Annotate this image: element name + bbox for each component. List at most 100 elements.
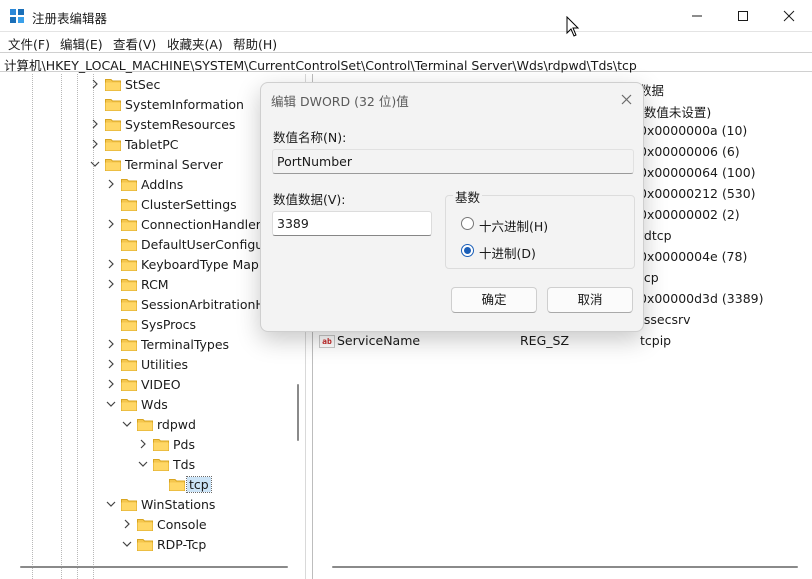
tree-item-label[interactable]: DefaultUserConfigura — [139, 237, 278, 252]
menu-edit[interactable]: 编辑(E) — [60, 34, 103, 53]
chevron-right-icon[interactable] — [106, 339, 116, 349]
chevron-right-icon[interactable] — [138, 439, 148, 449]
chevron-down-icon[interactable] — [138, 459, 148, 469]
tree-item-label[interactable]: ClusterSettings — [139, 197, 239, 212]
tree-item[interactable]: Utilities — [4, 355, 294, 375]
tree-item-label[interactable]: SystemInformation — [123, 97, 246, 112]
chevron-right-icon[interactable] — [122, 519, 132, 529]
value-row[interactable]: ab ServiceName REG_SZ tcpip — [313, 331, 812, 352]
menu-view[interactable]: 查看(V) — [113, 34, 156, 53]
tree-item-label[interactable]: VIDEO — [139, 377, 183, 392]
tree-item[interactable]: TerminalTypes — [4, 335, 294, 355]
tree-item-label[interactable]: Wds — [139, 397, 170, 412]
tree-vertical-scrollbar[interactable] — [297, 384, 299, 441]
tree-item[interactable]: Pds — [4, 435, 294, 455]
chevron-down-icon[interactable] — [122, 419, 132, 429]
tree-item[interactable]: rdpwd — [4, 415, 294, 435]
tree-item[interactable]: RCM — [4, 275, 294, 295]
tree-item-label[interactable]: tcp — [186, 476, 212, 493]
tree-item-label[interactable]: StSec — [123, 77, 162, 92]
tree-item-label[interactable]: SysProcs — [139, 317, 198, 332]
menu-favorites[interactable]: 收藏夹(A) — [167, 34, 223, 53]
tree-item[interactable]: tcp — [4, 475, 294, 495]
tree-item[interactable]: ConnectionHandler — [4, 215, 294, 235]
folder-icon — [121, 259, 137, 271]
tree-item[interactable]: WinStations — [4, 495, 294, 515]
chevron-down-icon[interactable] — [122, 539, 132, 549]
folder-icon — [105, 99, 121, 111]
tree-item-label[interactable]: Pds — [171, 437, 197, 452]
value-type: REG_SZ — [520, 333, 570, 348]
value-data-input[interactable] — [272, 211, 432, 236]
tree-horizontal-scrollbar[interactable] — [20, 566, 288, 568]
tree-item[interactable]: RDP-Tcp — [4, 535, 294, 555]
value-data: 0x00000064 (100) — [639, 165, 756, 180]
tree-item[interactable]: Wds — [4, 395, 294, 415]
tree-item[interactable]: Tds — [4, 455, 294, 475]
tree-item-label[interactable]: AddIns — [139, 177, 185, 192]
address-bar[interactable]: 计算机\HKEY_LOCAL_MACHINE\SYSTEM\CurrentCon… — [0, 52, 812, 74]
tree-item[interactable]: VIDEO — [4, 375, 294, 395]
dialog-close-button[interactable] — [615, 88, 637, 110]
chevron-down-icon[interactable] — [106, 499, 116, 509]
chevron-right-icon[interactable] — [106, 379, 116, 389]
window-title: 注册表编辑器 — [32, 11, 108, 26]
tree-item-label[interactable]: TerminalTypes — [139, 337, 231, 352]
maximize-button[interactable] — [720, 0, 766, 32]
value-data: tcpip — [640, 333, 672, 348]
tree-item-label[interactable]: SessionArbitrationHe — [139, 297, 275, 312]
tree-item[interactable]: DefaultUserConfigura — [4, 235, 294, 255]
value-name: ServiceName — [337, 333, 421, 348]
menu-file[interactable]: 文件(F) — [8, 34, 50, 53]
tree-item-label[interactable]: Tds — [171, 457, 197, 472]
tree-item-label[interactable]: KeyboardType Mapp — [139, 257, 269, 272]
tree-item-label[interactable]: ConnectionHandler — [139, 217, 263, 232]
tree-item-label[interactable]: rdpwd — [155, 417, 198, 432]
chevron-right-icon[interactable] — [90, 79, 100, 89]
tree-item-label[interactable]: RCM — [139, 277, 171, 292]
chevron-down-icon[interactable] — [106, 399, 116, 409]
radio-button-dec[interactable] — [461, 244, 474, 257]
value-data: 0x0000004e (78) — [639, 249, 748, 264]
tree-item-label[interactable]: TabletPC — [123, 137, 181, 152]
tree-item[interactable]: SessionArbitrationHe — [4, 295, 294, 315]
chevron-right-icon[interactable] — [106, 359, 116, 369]
radio-dec-label[interactable]: 十进制(D) — [479, 243, 536, 262]
menu-help[interactable]: 帮助(H) — [233, 34, 277, 53]
tree-item[interactable]: Terminal Server — [4, 155, 294, 175]
chevron-right-icon[interactable] — [106, 219, 116, 229]
chevron-right-icon[interactable] — [106, 259, 116, 269]
tree-item[interactable]: TabletPC — [4, 135, 294, 155]
tree-item[interactable]: Console — [4, 515, 294, 535]
tree-item-label[interactable]: SystemResources — [123, 117, 237, 132]
tree-item-label[interactable]: RDP-Tcp — [155, 537, 208, 552]
cancel-button[interactable]: 取消 — [547, 287, 633, 313]
value-data: 0x00000002 (2) — [639, 207, 740, 222]
tree-item[interactable]: StSec — [4, 75, 294, 95]
tree-item[interactable]: ClusterSettings — [4, 195, 294, 215]
tree-item[interactable]: SystemResources — [4, 115, 294, 135]
folder-icon — [153, 459, 169, 471]
chevron-down-icon[interactable] — [90, 159, 100, 169]
value-name-field[interactable] — [272, 149, 634, 174]
tree-item[interactable]: SysProcs — [4, 315, 294, 335]
tree-item[interactable]: KeyboardType Mapp — [4, 255, 294, 275]
address-path[interactable]: 计算机\HKEY_LOCAL_MACHINE\SYSTEM\CurrentCon… — [4, 55, 637, 74]
chevron-right-icon[interactable] — [90, 119, 100, 129]
tree-item[interactable]: AddIns — [4, 175, 294, 195]
tree-item-label[interactable]: WinStations — [139, 497, 217, 512]
chevron-right-icon[interactable] — [90, 139, 100, 149]
chevron-right-icon[interactable] — [106, 279, 116, 289]
value-data: 0x0000000a (10) — [639, 123, 748, 138]
ok-button[interactable]: 确定 — [451, 287, 537, 313]
values-horizontal-scrollbar[interactable] — [332, 566, 798, 568]
tree-item[interactable]: SystemInformation — [4, 95, 294, 115]
close-window-button[interactable] — [766, 0, 812, 32]
chevron-right-icon[interactable] — [106, 179, 116, 189]
radio-hex-label[interactable]: 十六进制(H) — [479, 216, 548, 235]
tree-item-label[interactable]: Utilities — [139, 357, 190, 372]
tree-item-label[interactable]: Terminal Server — [123, 157, 225, 172]
tree-item-label[interactable]: Console — [155, 517, 209, 532]
radio-button-hex[interactable] — [461, 217, 474, 230]
minimize-button[interactable] — [674, 0, 720, 32]
